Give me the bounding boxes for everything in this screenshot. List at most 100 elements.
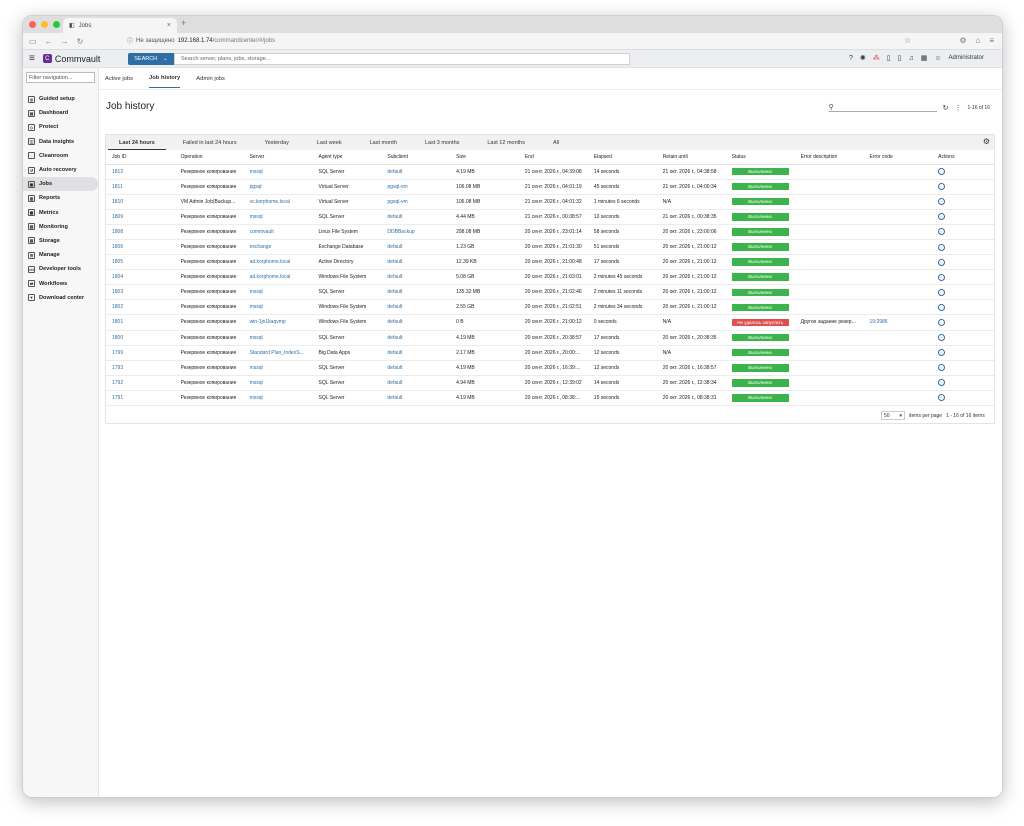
filter-last-week[interactable]: Last week [306, 140, 353, 146]
table-row[interactable]: 1806 Резервное копирование exchange Exchang… [106, 239, 994, 256]
row-actions-icon[interactable]: ··· [938, 349, 946, 357]
table-cell[interactable]: default [381, 239, 451, 256]
sidebar-item-metrics[interactable]: ▦ Metrics [23, 206, 98, 220]
table-row[interactable]: 1791 Резервное копирование mssql SQL Server… [106, 390, 994, 407]
sidebar-item-guided-setup[interactable]: ◎ Guided setup [23, 92, 98, 106]
table-cell[interactable]: default [381, 209, 451, 225]
sidebar-item-workflows[interactable]: ⇄ Workflows [23, 276, 98, 290]
table-cell[interactable]: 1799 [106, 345, 175, 361]
table-cell[interactable]: default [381, 269, 451, 286]
filter-last-24-hours[interactable]: Last 24 hours [108, 136, 166, 150]
row-actions-icon[interactable]: ··· [938, 198, 946, 206]
table-cell[interactable]: 1791 [106, 390, 175, 407]
table-cell[interactable]: mssql [243, 164, 313, 180]
user-name[interactable]: Administrator [949, 55, 984, 61]
row-actions-icon[interactable]: ··· [938, 258, 946, 266]
table-row[interactable]: 1803 Резервное копирование mssql SQL Server… [106, 284, 994, 301]
tab-job-history[interactable]: Job history [149, 69, 181, 88]
sidebar-item-data-insights[interactable]: ◫ Data insights [23, 135, 98, 149]
table-cell[interactable]: vc.korphome.local [243, 194, 313, 210]
sidebar-item-developer-tools[interactable]: </> Developer tools [23, 262, 98, 276]
sidebar-item-cleanroom[interactable]: ◌ Cleanroom [23, 149, 98, 163]
column-header[interactable]: Server [243, 150, 313, 165]
table-row[interactable]: 1804 Резервное копирование ad.korphome.loc… [106, 269, 994, 286]
column-header[interactable]: Actions [932, 150, 994, 165]
sidebar-item-manage[interactable]: ☰ Manage [23, 248, 98, 262]
table-row[interactable]: 1801 Резервное копирование win-1jn1kaqvmp W… [106, 314, 994, 331]
tab-active-jobs[interactable]: Active jobs [105, 70, 133, 88]
column-header[interactable]: Job ID [106, 150, 175, 165]
close-window-button[interactable] [29, 21, 36, 28]
column-header[interactable]: Error code [863, 150, 933, 165]
filter-navigation-input[interactable]: Filter navigation... [26, 72, 95, 83]
column-header[interactable]: Retain until [656, 150, 726, 165]
table-cell[interactable]: mssql [243, 299, 313, 316]
table-cell[interactable]: win-1jn1kaqvmp [243, 314, 313, 331]
sidebar-item-auto-recovery[interactable]: ↺ Auto recovery [23, 163, 98, 177]
table-cell[interactable]: default [381, 330, 451, 346]
filter-last-month[interactable]: Last month [359, 140, 408, 146]
column-header[interactable]: Error description [794, 150, 864, 165]
column-header[interactable]: Operation [174, 150, 244, 165]
report-icon[interactable]: ▯ [898, 54, 902, 62]
table-row[interactable]: 1812 Резервное копирование mssql SQL Server… [106, 164, 994, 180]
table-row[interactable]: 1792 Резервное копирование mssql SQL Server… [106, 375, 994, 391]
row-actions-icon[interactable]: ··· [938, 303, 946, 311]
table-row[interactable]: 1802 Резервное копирование mssql Windows Fi… [106, 299, 994, 316]
column-header[interactable]: Agent type [312, 150, 382, 165]
row-actions-icon[interactable]: ··· [938, 183, 946, 191]
table-cell[interactable]: mssql [243, 375, 313, 391]
sidebar-item-storage[interactable]: ▨ Storage [23, 234, 98, 248]
table-cell[interactable]: 1811 [106, 179, 175, 195]
row-actions-icon[interactable]: ··· [938, 228, 946, 236]
row-actions-icon[interactable]: ··· [938, 379, 946, 387]
table-cell[interactable]: 19:2986 [863, 314, 933, 331]
table-cell[interactable]: 1806 [106, 239, 175, 256]
more-options-icon[interactable]: ⋮ [954, 104, 961, 112]
table-cell[interactable]: Standard Plan_IndexS... [243, 345, 313, 361]
row-actions-icon[interactable]: ··· [938, 213, 946, 221]
lock-icon[interactable]: ⌂ [975, 36, 980, 45]
hamburger-icon[interactable]: ≡ [29, 53, 35, 64]
table-cell[interactable]: 1792 [106, 375, 175, 391]
table-row[interactable]: 1800 Резервное копирование mssql SQL Server… [106, 330, 994, 346]
gear-icon[interactable]: ⚙ [983, 137, 990, 146]
sidebar-toggle-icon[interactable]: ▭ [29, 37, 37, 46]
close-tab-icon[interactable]: × [167, 22, 171, 29]
table-cell[interactable]: 1793 [106, 360, 175, 376]
table-search-input[interactable]: ⚲ [828, 103, 937, 112]
column-header[interactable]: Elapsed [587, 150, 657, 165]
table-cell[interactable]: 1804 [106, 269, 175, 286]
sidebar-item-monitoring[interactable]: ▧ Monitoring [23, 220, 98, 234]
alerts-icon[interactable]: ⁂ [873, 54, 880, 62]
table-cell[interactable]: pgsql-vm [381, 179, 451, 195]
table-cell[interactable]: 1802 [106, 299, 175, 316]
table-cell[interactable]: pgsql-vm [381, 194, 451, 210]
row-actions-icon[interactable]: ··· [938, 318, 946, 326]
table-cell[interactable]: mssql [243, 330, 313, 346]
filter-failed-in-last-24-hours[interactable]: Failed in last 24 hours [172, 140, 248, 146]
table-cell[interactable]: 1805 [106, 254, 175, 271]
url-field[interactable]: ⓘ Не защищено 192.168.1.74/commandcenter… [127, 36, 275, 46]
sidebar-item-jobs[interactable]: ▣ Jobs [23, 177, 98, 192]
row-actions-icon[interactable]: ··· [938, 273, 946, 281]
browser-tab[interactable]: ◧ Jobs × [63, 18, 177, 33]
extensions-icon[interactable]: ⚙ [959, 36, 966, 45]
table-cell[interactable]: 1812 [106, 164, 175, 180]
table-cell[interactable]: default [381, 375, 451, 391]
filter-all[interactable]: All [542, 140, 570, 146]
table-cell[interactable]: default [381, 345, 451, 361]
table-cell[interactable]: default [381, 254, 451, 271]
row-actions-icon[interactable]: ··· [938, 288, 946, 296]
table-cell[interactable]: 1803 [106, 284, 175, 301]
table-row[interactable]: 1810 VM Admin Job(Backup... vc.korphome.lo… [106, 194, 994, 210]
filter-last-3-months[interactable]: Last 3 months [414, 140, 471, 146]
back-icon[interactable]: ← [45, 37, 53, 46]
table-cell[interactable]: default [381, 299, 451, 316]
column-header[interactable]: End [518, 150, 588, 165]
bookmark-star-icon[interactable]: ☆ [904, 36, 911, 45]
column-header[interactable]: Subclient [381, 150, 451, 165]
filter-last-12-months[interactable]: Last 12 months [476, 140, 536, 146]
table-cell[interactable]: 1808 [106, 224, 175, 240]
sidebar-item-dashboard[interactable]: ▤ Dashboard [23, 106, 98, 120]
